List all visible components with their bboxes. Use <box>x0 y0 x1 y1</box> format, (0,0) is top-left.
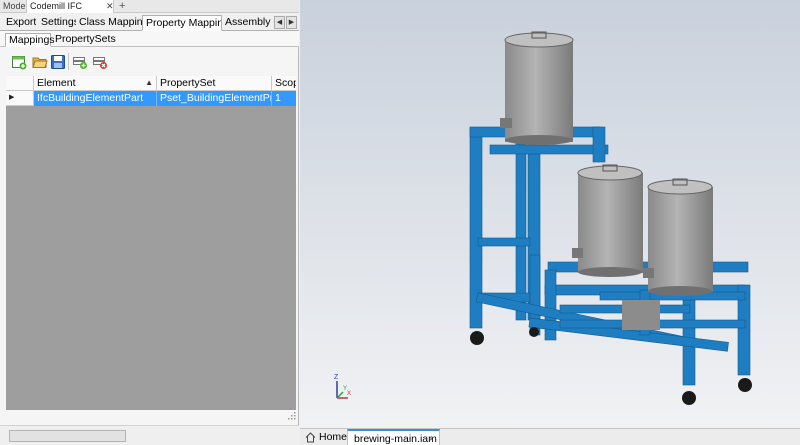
frame-rail <box>489 144 609 155</box>
resize-grip-icon[interactable] <box>288 412 296 420</box>
tab-scroll-left-icon[interactable]: ◀ <box>274 16 285 29</box>
open-folder-icon[interactable] <box>32 54 48 70</box>
add-panel-icon[interactable]: + <box>116 0 128 13</box>
table-row-scope-cell[interactable]: 1 <box>272 91 296 106</box>
panel-title-bar: Model Codemill IFC Exporter ✕ + <box>0 0 299 24</box>
subtab-mappings[interactable]: Mappings <box>5 33 55 47</box>
document-tab[interactable]: brewing-main.iam × <box>347 429 440 445</box>
property-mappings-grid: Element ▲ PropertySet Scope ▶ IfcBuildin… <box>6 76 296 410</box>
home-tab[interactable]: Home <box>303 430 347 445</box>
caster-wheel <box>738 378 752 392</box>
tab-class-mappings[interactable]: Class Mappings <box>76 15 142 31</box>
casters <box>470 327 752 405</box>
status-progress-field <box>9 430 126 442</box>
close-panel-icon[interactable]: ✕ <box>103 0 115 13</box>
save-icon[interactable] <box>50 54 66 70</box>
table-row-element-cell[interactable]: IfcBuildingElementPart <box>34 91 157 106</box>
caster-wheel <box>682 391 696 405</box>
home-icon <box>305 432 316 443</box>
column-header-propertyset[interactable]: PropertySet <box>157 76 272 91</box>
kettle-upper <box>500 31 574 145</box>
panel-status-bar <box>0 425 299 445</box>
kettle-lower-left <box>572 164 643 277</box>
row-selector-header[interactable] <box>6 76 34 91</box>
kettle-lower-right <box>643 178 713 296</box>
frame-leg <box>592 126 606 163</box>
delete-row-icon[interactable] <box>92 54 108 70</box>
axis-x-label: X <box>347 391 351 397</box>
add-row-icon[interactable] <box>72 54 88 70</box>
3d-viewport[interactable]: Z X Y <box>300 0 800 428</box>
sub-tab-strip: Mappings PropertySets <box>0 31 299 47</box>
document-tab-bar: Home brewing-main.iam × <box>300 428 800 445</box>
table-row-propertyset-cell[interactable]: Pset_BuildingElementProxy... <box>157 91 272 106</box>
document-tab-label: brewing-main.iam <box>354 433 437 445</box>
tab-scroll-right-icon[interactable]: ▶ <box>286 16 297 29</box>
brewing-rig-model <box>469 31 752 405</box>
frame-leg <box>515 134 527 321</box>
axis-y-label: Y <box>343 386 347 392</box>
tab-settings[interactable]: Settings <box>38 15 76 31</box>
subtab-propertysets[interactable]: PropertySets <box>52 33 116 47</box>
new-mapping-icon[interactable] <box>11 54 27 70</box>
sort-ascending-icon: ▲ <box>145 78 153 87</box>
model-tab[interactable]: Model <box>0 0 28 13</box>
caster-wheel <box>529 327 539 337</box>
axis-triad-icon: Z X Y <box>334 374 351 399</box>
tab-property-mappings[interactable]: Property Mappings <box>142 15 222 31</box>
tab-export[interactable]: Export <box>3 15 36 31</box>
toolbar-separator <box>68 53 69 70</box>
caster-wheel <box>470 331 484 345</box>
tab-assembly-config[interactable]: Assembly Co <box>222 15 274 31</box>
column-header-element-label: Element <box>37 77 76 89</box>
codemill-exporter-tab[interactable]: Codemill IFC Exporter <box>26 0 114 24</box>
column-header-element[interactable]: Element ▲ <box>34 76 157 91</box>
close-document-icon[interactable]: × <box>429 431 434 445</box>
ifc-exporter-panel: Model Codemill IFC Exporter ✕ + Export S… <box>0 0 299 445</box>
pump-bracket <box>622 300 660 330</box>
home-tab-label: Home <box>319 431 348 443</box>
axis-z-label: Z <box>334 374 339 381</box>
frame-rail <box>477 237 531 247</box>
row-selector-marker-icon[interactable]: ▶ <box>6 91 34 106</box>
mapping-toolbar <box>0 48 299 74</box>
main-tab-strip: Export Settings Class Mappings Property … <box>0 13 299 31</box>
column-header-scope[interactable]: Scope <box>272 76 296 91</box>
